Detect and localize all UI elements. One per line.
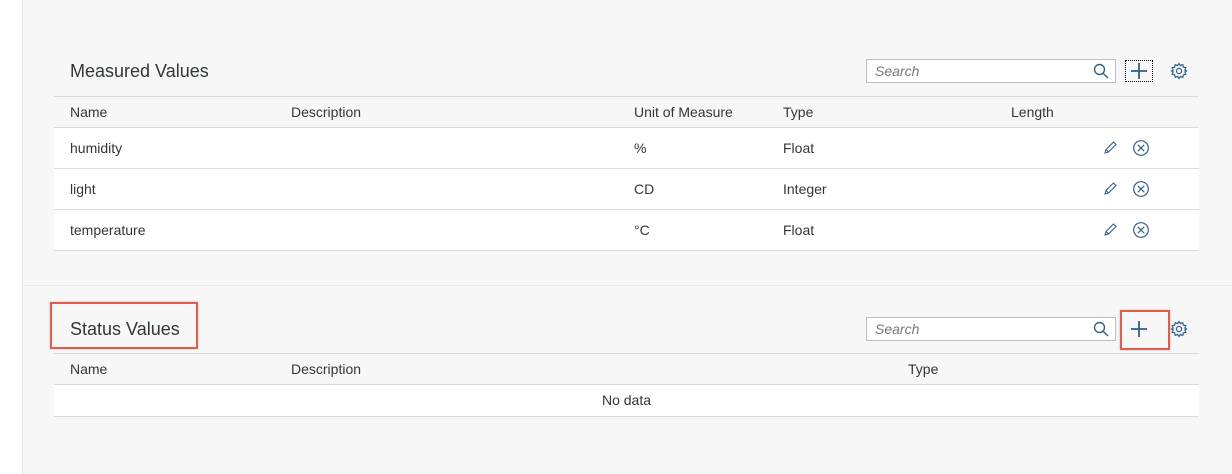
edit-icon[interactable] [1102, 140, 1118, 156]
measured-values-table: Name Description Unit of Measure Type Le… [54, 96, 1199, 251]
cell-type: Integer [783, 181, 827, 197]
status-settings-button[interactable] [1164, 317, 1194, 341]
search-icon[interactable] [1093, 321, 1109, 337]
measured-search-box[interactable] [866, 59, 1116, 83]
delete-icon[interactable] [1132, 221, 1150, 239]
table-row[interactable]: light CD Integer [54, 169, 1199, 210]
table-header-row: Name Description Unit of Measure Type Le… [54, 96, 1199, 128]
status-search-input[interactable] [867, 318, 1085, 340]
cell-type: Float [783, 140, 815, 156]
column-header-name[interactable]: Name [70, 97, 107, 127]
table-header-row: Name Description Type [54, 353, 1199, 385]
delete-icon[interactable] [1132, 139, 1150, 157]
column-header-description[interactable]: Description [291, 354, 361, 384]
status-search-box[interactable] [866, 317, 1116, 341]
cell-unit: CD [634, 181, 655, 197]
column-header-type[interactable]: Type [908, 354, 938, 384]
cell-unit: % [634, 140, 647, 156]
cell-unit: °C [634, 222, 650, 238]
cell-name: humidity [70, 140, 123, 156]
section-divider [23, 285, 1232, 286]
column-header-length[interactable]: Length [1011, 97, 1054, 127]
cell-type: Float [783, 222, 815, 238]
table-row[interactable]: humidity % Float [54, 128, 1199, 169]
measured-add-button[interactable] [1124, 59, 1154, 83]
measured-values-title: Measured Values [70, 61, 209, 81]
search-icon[interactable] [1093, 63, 1109, 79]
table-row[interactable]: temperature °C Float [54, 210, 1199, 251]
add-button-highlight [1120, 310, 1170, 350]
gear-icon [1170, 320, 1188, 338]
row-actions [1100, 210, 1160, 250]
measured-search-input[interactable] [867, 60, 1085, 82]
row-actions [1100, 169, 1160, 209]
row-actions [1100, 128, 1160, 168]
cell-name: temperature [70, 222, 146, 238]
edit-icon[interactable] [1102, 181, 1118, 197]
gear-icon [1170, 62, 1188, 80]
status-values-table: Name Description Type No data [54, 353, 1199, 417]
column-header-description[interactable]: Description [291, 97, 361, 127]
cell-name: light [70, 181, 96, 197]
measured-settings-button[interactable] [1164, 59, 1194, 83]
plus-icon [1131, 63, 1147, 79]
edit-icon[interactable] [1102, 222, 1118, 238]
no-data-row: No data [54, 385, 1199, 417]
left-panel-edge [0, 0, 23, 474]
column-header-unit[interactable]: Unit of Measure [634, 97, 733, 127]
column-header-type[interactable]: Type [783, 97, 813, 127]
delete-icon[interactable] [1132, 180, 1150, 198]
column-header-name[interactable]: Name [70, 354, 107, 384]
status-title-highlight [50, 302, 198, 349]
